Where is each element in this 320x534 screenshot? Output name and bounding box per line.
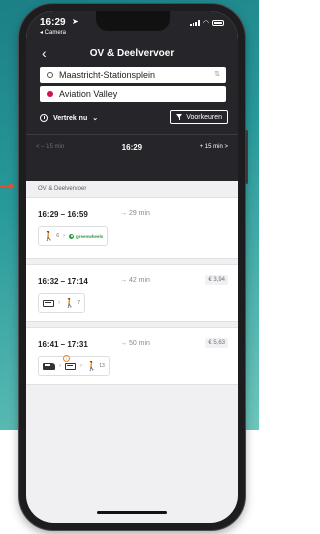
preferences-button[interactable]: Voorkeuren [170, 110, 228, 124]
leg-count: 7 [77, 300, 80, 306]
route-duration: → 50 min [120, 340, 150, 347]
leg-train [43, 362, 55, 370]
route-legs: › 🚶 7 [38, 293, 85, 313]
walk-icon: 🚶 [64, 297, 76, 308]
later-button[interactable]: + 15 min > [200, 144, 228, 150]
leg-separator-icon: › [80, 363, 82, 369]
phone-notch [96, 11, 170, 31]
battery-icon [212, 20, 224, 26]
bus-icon [43, 299, 54, 307]
leg-separator-icon: › [59, 363, 61, 369]
bus-icon [65, 362, 76, 370]
phone-screen: 16:29 ➤ ◂ Camera ◠ ‹ OV & Deelvervoer Ma… [26, 11, 238, 523]
route-legs: 🚶 6 › greenwheels [38, 226, 109, 246]
origin-dot-icon [47, 72, 53, 78]
leg-bus [43, 299, 54, 307]
departure-selector[interactable]: Vertrek nu ⌄ [40, 111, 98, 125]
leg-walk: 🚶 6 [43, 230, 59, 241]
leg-separator-icon: › [63, 233, 65, 239]
route-legs: › ! › 🚶 13 [38, 354, 110, 376]
wifi-icon: ◠ [202, 20, 209, 27]
route-times: 16:41 – 17:31 [38, 340, 88, 349]
walk-icon: 🚶 [86, 360, 98, 371]
current-time: 16:29 [121, 142, 143, 152]
leg-bus: ! [63, 354, 76, 370]
home-indicator [97, 511, 167, 514]
departure-label: Vertrek nu [53, 114, 88, 122]
route-price: € 5,63 [205, 338, 228, 348]
phone-side-button [245, 130, 248, 184]
train-icon [43, 362, 55, 370]
location-arrow-icon: ➤ [72, 17, 79, 26]
route-duration: → 42 min [120, 277, 150, 284]
leg-separator-icon: › [58, 300, 60, 306]
walk-icon: 🚶 [43, 230, 55, 241]
signal-icon [189, 20, 200, 26]
chevron-down-icon: ⌄ [92, 115, 99, 122]
route-option-card[interactable]: 16:29 – 16:59 → 29 min 🚶 6 › greenwheels [26, 197, 238, 259]
earlier-button[interactable]: < – 15 min [36, 144, 64, 150]
route-option-card[interactable]: 16:32 – 17:14 → 42 min € 3,94 › 🚶 7 [26, 264, 238, 322]
time-navigation: < – 15 min 16:29 + 15 min > [26, 135, 238, 159]
from-field[interactable]: Maastricht-Stationsplein ⇅ [40, 67, 226, 83]
pointer-arrow-icon [0, 183, 16, 189]
route-times: 16:29 – 16:59 [38, 210, 88, 219]
preferences-label: Voorkeuren [186, 113, 222, 121]
app-header: 16:29 ➤ ◂ Camera ◠ ‹ OV & Deelvervoer Ma… [26, 11, 238, 181]
greenwheels-label: greenwheels [76, 233, 104, 239]
destination-dot-icon [47, 91, 53, 97]
leg-count: 6 [56, 233, 59, 239]
page-title: OV & Deelvervoer [89, 48, 175, 59]
warning-icon: ! [63, 354, 70, 362]
route-duration: → 29 min [120, 210, 150, 217]
from-value: Maastricht-Stationsplein [59, 70, 156, 80]
status-indicators: ◠ [189, 19, 224, 27]
status-time: 16:29 [40, 17, 66, 28]
leg-walk: 🚶 13 [86, 360, 105, 371]
greenwheels-icon: greenwheels [69, 233, 104, 239]
clock-icon [40, 114, 48, 122]
leg-walk: 🚶 7 [64, 297, 80, 308]
phone-frame: 16:29 ➤ ◂ Camera ◠ ‹ OV & Deelvervoer Ma… [19, 4, 245, 530]
back-to-app-link[interactable]: ◂ Camera [40, 29, 66, 36]
swap-icon[interactable]: ⇅ [214, 70, 220, 78]
leg-count: 13 [99, 363, 105, 369]
to-field[interactable]: Aviation Valley [40, 86, 226, 102]
filter-icon [176, 114, 183, 120]
route-price: € 3,94 [205, 275, 228, 285]
results-section-label: OV & Deelvervoer [38, 186, 87, 192]
to-value: Aviation Valley [59, 89, 118, 99]
route-times: 16:32 – 17:14 [38, 277, 88, 286]
route-option-card[interactable]: 16:41 – 17:31 → 50 min € 5,63 › ! › 🚶 13 [26, 327, 238, 385]
